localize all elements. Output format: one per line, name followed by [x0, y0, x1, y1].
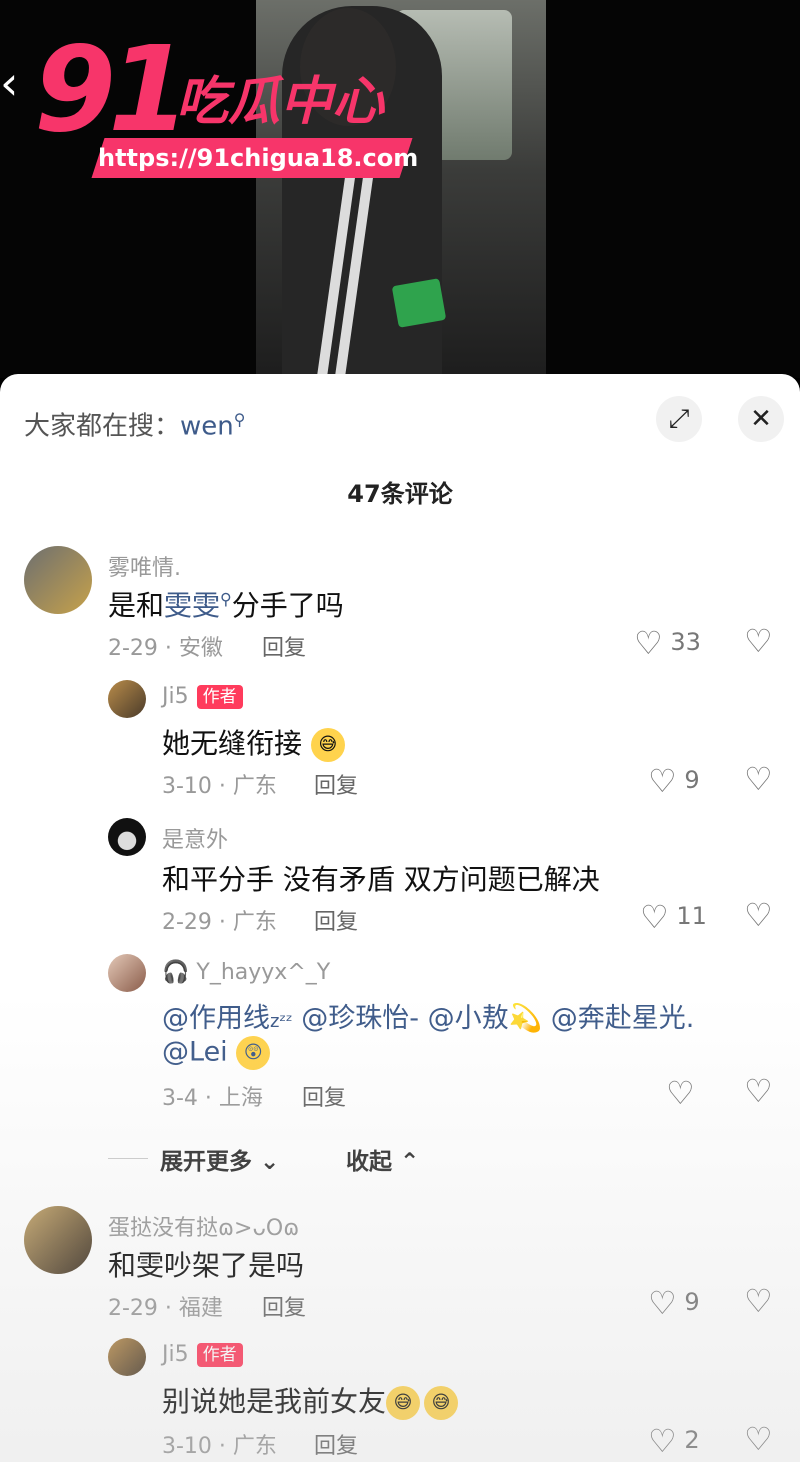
back-icon[interactable]: ‹	[0, 58, 18, 108]
dislike-icon[interactable]: ♡	[744, 760, 773, 798]
comment-text-line2: @Lei 😲	[162, 1036, 271, 1070]
comment-username[interactable]: 雾唯情.	[108, 550, 181, 582]
reply-button[interactable]: 回复	[314, 1428, 358, 1460]
comment-username[interactable]: 蛋挞没有挞ɷ>ᴗOɷ	[108, 1210, 299, 1242]
comment-username[interactable]: 🎧 Y_hayyx^_Y	[162, 960, 330, 985]
dislike-icon[interactable]: ♡	[744, 1072, 773, 1110]
comment-username[interactable]: 是意外	[162, 822, 228, 854]
search-prefix: 大家都在搜：	[24, 411, 181, 442]
like-button[interactable]: ♡ 2	[648, 1422, 700, 1460]
headphones-icon: 🎧	[162, 960, 190, 985]
shocked-emoji-icon: 😲	[236, 1036, 271, 1070]
heart-icon: ♡	[634, 624, 663, 662]
mention-link[interactable]: @奔赴星光.	[551, 1003, 695, 1034]
avatar[interactable]	[24, 546, 92, 614]
comment-meta: 2-29 · 安徽	[108, 636, 223, 661]
like-button[interactable]: ♡ 9	[648, 1284, 700, 1322]
comment-count: 47条评论	[347, 480, 453, 508]
mention-link[interactable]: @小敖	[428, 1003, 509, 1034]
chevron-up-icon: ⌃	[400, 1149, 420, 1175]
heart-icon: ♡	[640, 898, 669, 936]
divider	[108, 1158, 148, 1159]
author-badge: 作者	[196, 685, 243, 709]
grin-sweat-emoji-icon: 😅	[424, 1386, 459, 1420]
keyword-link[interactable]: 雯雯	[164, 589, 220, 622]
heart-icon: ♡	[648, 762, 677, 800]
chevron-down-icon: ⌄	[260, 1149, 280, 1175]
author-badge: 作者	[196, 1343, 243, 1367]
search-icon: ⚲	[220, 589, 232, 609]
mention-link[interactable]: @作用线	[162, 1003, 270, 1034]
comment-meta: 3-10 · 广东	[162, 1434, 277, 1459]
reply-button[interactable]: 回复	[314, 904, 358, 936]
close-icon[interactable]: ✕	[738, 396, 784, 442]
comment-text: 是和雯雯⚲分手了吗	[108, 589, 344, 622]
watermark-number: 91	[34, 20, 190, 158]
avatar[interactable]	[108, 818, 146, 856]
watermark-url: https://91chigua18.com	[91, 138, 418, 178]
comment-meta: 2-29 · 福建	[108, 1296, 223, 1321]
reply-button[interactable]: 回复	[262, 1290, 306, 1322]
heart-icon: ♡	[648, 1422, 677, 1460]
search-suggestion[interactable]: 大家都在搜：wen⚲	[24, 402, 245, 445]
avatar[interactable]	[108, 1338, 146, 1376]
expand-more-button[interactable]: 展开更多 ⌄	[160, 1142, 279, 1176]
comment-username[interactable]: Ji5 作者	[162, 1342, 243, 1367]
dislike-icon[interactable]: ♡	[744, 1282, 773, 1320]
video-phone	[391, 278, 447, 328]
dislike-icon[interactable]: ♡	[744, 622, 773, 660]
reply-button[interactable]: 回复	[314, 768, 358, 800]
comment-text: 和平分手 没有矛盾 双方问题已解决	[162, 863, 600, 896]
heart-icon: ♡	[666, 1074, 695, 1112]
like-button[interactable]: ♡ 33	[634, 624, 701, 662]
comment-meta: 2-29 · 广东	[162, 910, 277, 935]
expand-icon[interactable]: ⤢	[656, 396, 702, 442]
heart-icon: ♡	[648, 1284, 677, 1322]
collapse-button[interactable]: 收起 ⌃	[346, 1142, 419, 1176]
reply-button[interactable]: 回复	[262, 630, 306, 662]
comment-sheet: 大家都在搜：wen⚲ ⤢ ✕ 47条评论 雾唯情. 是和雯雯⚲分手了吗 2-29…	[0, 374, 800, 1462]
comment-text: 她无缝衔接 😅	[162, 722, 345, 762]
like-button[interactable]: ♡ 11	[640, 898, 707, 936]
like-button[interactable]: ♡	[666, 1074, 695, 1112]
like-button[interactable]: ♡ 9	[648, 762, 700, 800]
reply-button[interactable]: 回复	[302, 1080, 346, 1112]
comment-text: @作用线zᶻᶻ @珍珠怡- @小敖💫 @奔赴星光.	[162, 1003, 695, 1034]
watermark-name: 吃瓜中心	[176, 72, 385, 132]
grin-sweat-emoji-icon: 😅	[310, 728, 345, 762]
comment-text: 和雯吵架了是吗	[108, 1249, 305, 1282]
comment-username[interactable]: Ji5 作者	[162, 684, 243, 709]
search-keyword[interactable]: wen	[180, 412, 234, 442]
avatar[interactable]	[24, 1206, 92, 1274]
mention-link[interactable]: @珍珠怡-	[301, 1003, 419, 1034]
dislike-icon[interactable]: ♡	[744, 1420, 773, 1458]
comment-text: 别说她是我前女友 😅 😅	[162, 1380, 459, 1420]
sparkle-emoji-icon: 💫	[508, 1003, 543, 1034]
search-icon: ⚲	[233, 410, 246, 429]
dislike-icon[interactable]: ♡	[744, 896, 773, 934]
comment-meta: 3-4 · 上海	[162, 1086, 263, 1111]
avatar[interactable]	[108, 954, 146, 992]
avatar[interactable]	[108, 680, 146, 718]
mention-link[interactable]: @Lei	[162, 1037, 228, 1068]
grin-sweat-emoji-icon: 😅	[386, 1386, 421, 1420]
comment-meta: 3-10 · 广东	[162, 774, 277, 799]
